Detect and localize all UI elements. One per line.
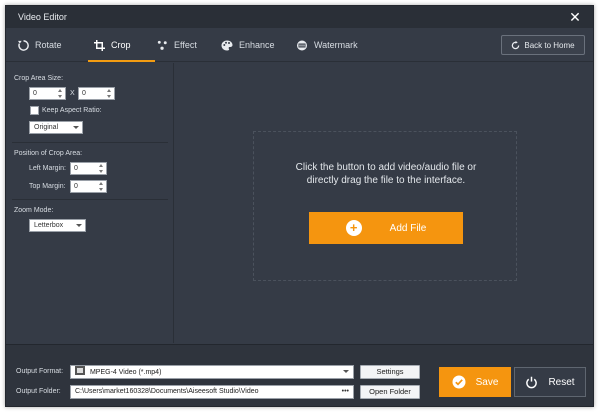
position-label: Position of Crop Area:: [14, 150, 83, 157]
zoom-mode-label: Zoom Mode:: [14, 207, 54, 214]
tab-bar: Rotate Crop Effect Enhance Watermark Bac…: [6, 28, 593, 62]
keep-aspect-checkbox[interactable]: [30, 106, 39, 115]
tab-watermark[interactable]: Watermark: [296, 28, 358, 62]
tab-enhance[interactable]: Enhance: [221, 28, 275, 62]
plus-icon: +: [345, 220, 362, 236]
palette-icon: [221, 40, 233, 50]
output-format-value: MPEG-4 Video (*.mp4): [89, 369, 162, 376]
window-title: Video Editor: [18, 12, 67, 22]
divider: [12, 199, 168, 200]
left-margin-input[interactable]: 0: [70, 162, 107, 175]
keep-aspect-label: Keep Aspect Ratio:: [42, 107, 102, 114]
title-bar: Video Editor ✕: [6, 6, 593, 28]
crop-height-input[interactable]: 0: [78, 87, 115, 100]
output-folder-value: C:\Users\market160328\Documents\Aiseesof…: [75, 388, 259, 395]
browse-button[interactable]: •••: [342, 386, 349, 398]
tab-watermark-label: Watermark: [314, 40, 358, 50]
film-icon: [297, 40, 307, 50]
add-file-label: Add File: [389, 222, 427, 234]
back-arrow-icon: [512, 40, 520, 49]
left-margin-label: Left Margin:: [29, 165, 66, 172]
check-circle-icon: [452, 375, 466, 389]
drop-text-line-1: Click the button to add video/audio file…: [295, 162, 477, 173]
reset-icon: [526, 376, 538, 388]
spinner-arrows-icon[interactable]: [98, 182, 105, 191]
tab-effect[interactable]: Effect: [157, 28, 197, 62]
effect-icon: [157, 40, 167, 50]
settings-button[interactable]: Settings: [360, 365, 420, 379]
back-to-home-button[interactable]: Back to Home: [501, 35, 585, 55]
crop-width-value: 0: [33, 90, 37, 97]
drop-text-line-2: directly drag the file to the interface.: [306, 175, 466, 186]
tab-crop-label: Crop: [111, 40, 131, 50]
divider: [12, 142, 168, 143]
chevron-down-icon: [76, 224, 82, 227]
spinner-arrows-icon[interactable]: [98, 164, 105, 173]
crop-width-input[interactable]: 0: [29, 87, 66, 100]
tab-enhance-label: Enhance: [239, 40, 275, 50]
preview-area: Click the button to add video/audio file…: [175, 63, 593, 343]
left-margin-value: 0: [74, 165, 78, 172]
output-format-select[interactable]: MPEG-4 Video (*.mp4): [70, 365, 354, 379]
crop-height-value: 0: [82, 90, 86, 97]
spinner-arrows-icon[interactable]: [57, 89, 64, 98]
tab-crop[interactable]: Crop: [88, 28, 154, 62]
zoom-mode-value: Letterbox: [34, 222, 64, 229]
top-margin-value: 0: [74, 183, 78, 190]
save-label: Save: [475, 376, 499, 388]
tab-effect-label: Effect: [174, 40, 197, 50]
output-folder-field[interactable]: C:\Users\market160328\Documents\Aiseesof…: [70, 385, 354, 399]
top-margin-label: Top Margin:: [29, 183, 66, 190]
open-folder-button[interactable]: Open Folder: [360, 385, 420, 399]
video-file-icon: [75, 366, 85, 375]
chevron-down-icon: [343, 370, 349, 373]
reset-button[interactable]: Reset: [514, 367, 586, 397]
drop-zone[interactable]: Click the button to add video/audio file…: [253, 131, 517, 281]
top-margin-input[interactable]: 0: [70, 180, 107, 193]
output-format-label: Output Format:: [16, 368, 64, 375]
crop-area-size-label: Crop Area Size:: [14, 75, 64, 82]
reset-label: Reset: [548, 376, 575, 388]
zoom-mode-select[interactable]: Letterbox: [29, 219, 86, 232]
save-button[interactable]: Save: [439, 367, 511, 397]
chevron-down-icon: [73, 126, 79, 129]
add-file-button[interactable]: + Add File: [309, 212, 463, 244]
back-to-home-label: Back to Home: [524, 40, 575, 50]
crop-icon: [94, 39, 105, 51]
output-folder-label: Output Folder:: [16, 388, 61, 395]
output-bar: Output Format: MPEG-4 Video (*.mp4) Sett…: [6, 344, 593, 406]
tab-rotate-label: Rotate: [35, 40, 62, 50]
video-editor-window: Video Editor ✕ Rotate Crop Effect Enhanc…: [5, 5, 594, 407]
aspect-ratio-value: Original: [34, 124, 59, 131]
aspect-ratio-select[interactable]: Original: [29, 121, 83, 134]
drop-instructions: Click the button to add video/audio file…: [254, 161, 518, 187]
times-label: X: [70, 90, 75, 97]
tab-rotate[interactable]: Rotate: [18, 28, 62, 62]
rotate-icon: [18, 39, 29, 51]
crop-settings-panel: Crop Area Size: 0 X 0 Keep Aspect Ratio:…: [6, 63, 174, 343]
spinner-arrows-icon[interactable]: [106, 89, 113, 98]
close-icon[interactable]: ✕: [567, 9, 583, 25]
